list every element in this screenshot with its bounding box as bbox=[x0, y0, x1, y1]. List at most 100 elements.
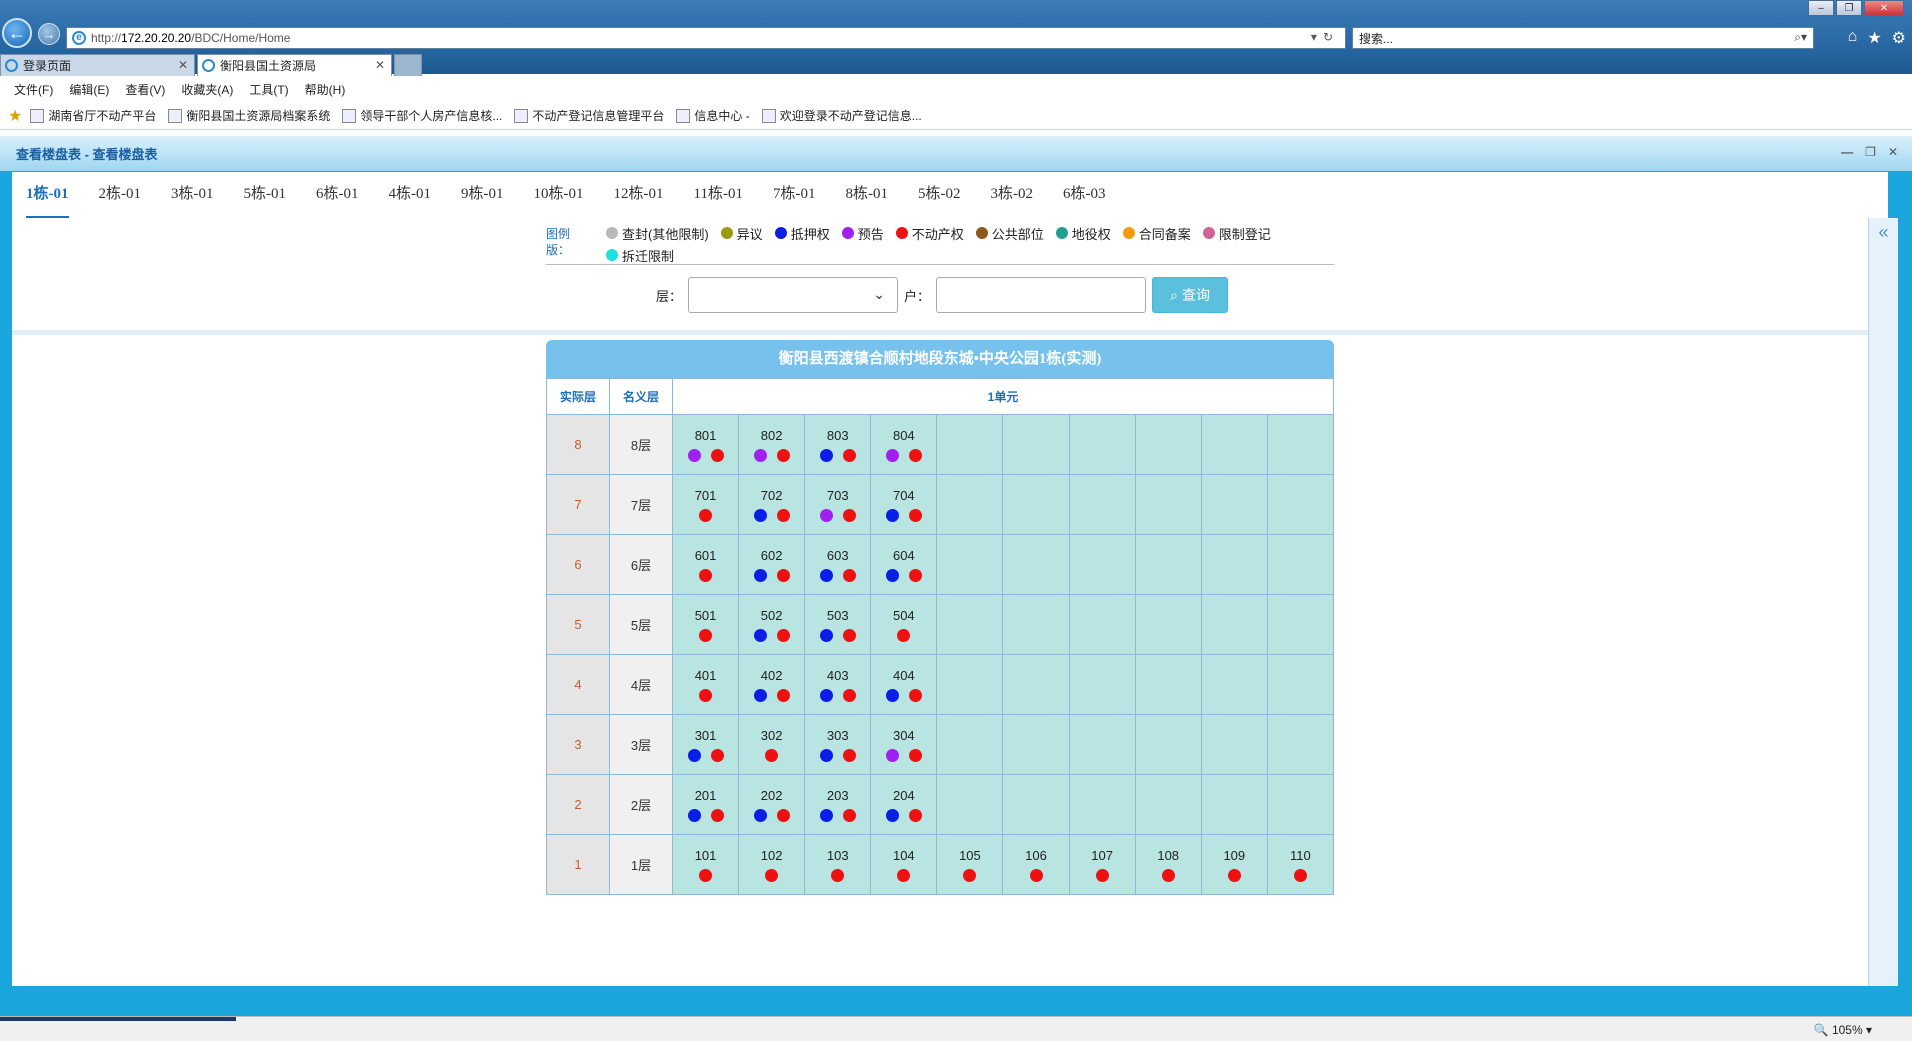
restore-icon[interactable]: ❐ bbox=[1836, 0, 1862, 16]
room-cell[interactable]: 801 bbox=[671, 414, 740, 475]
room-status-dots bbox=[739, 748, 804, 762]
room-cell[interactable]: 101 bbox=[671, 834, 740, 895]
room-cell[interactable]: 701 bbox=[671, 474, 740, 535]
room-cell[interactable]: 803 bbox=[804, 414, 872, 475]
building-tab[interactable]: 7栋-01 bbox=[773, 184, 816, 218]
room-cell[interactable]: 404 bbox=[870, 654, 938, 715]
room-cell[interactable]: 604 bbox=[870, 534, 938, 595]
menu-view[interactable]: 查看(V) bbox=[125, 81, 165, 98]
close-tab-icon[interactable]: ✕ bbox=[375, 58, 385, 72]
menu-tools[interactable]: 工具(T) bbox=[249, 81, 288, 98]
room-cell[interactable]: 402 bbox=[738, 654, 806, 715]
building-tab[interactable]: 10栋-01 bbox=[534, 184, 584, 218]
empty-room-cell bbox=[1266, 594, 1335, 655]
menu-file[interactable]: 文件(F) bbox=[14, 81, 53, 98]
room-cell[interactable]: 303 bbox=[804, 714, 872, 775]
favorites-star-icon[interactable]: ★ bbox=[1867, 28, 1881, 48]
favorite-link[interactable]: 欢迎登录不动产登记信息... bbox=[761, 107, 922, 124]
room-cell[interactable]: 104 bbox=[870, 834, 938, 895]
dialog-maximize-icon[interactable]: ❐ bbox=[1865, 145, 1876, 159]
room-cell[interactable]: 102 bbox=[738, 834, 806, 895]
favorite-link[interactable]: 湖南省厅不动产平台 bbox=[30, 107, 156, 124]
double-chevron-left-icon[interactable]: « bbox=[1878, 222, 1888, 242]
tab-land-bureau[interactable]: 衡阳县国土资源局 ✕ bbox=[197, 54, 392, 76]
room-cell[interactable]: 304 bbox=[870, 714, 938, 775]
room-cell[interactable]: 203 bbox=[804, 774, 872, 835]
home-icon[interactable]: ⌂ bbox=[1848, 28, 1858, 48]
room-cell[interactable]: 501 bbox=[671, 594, 740, 655]
search-box[interactable]: 搜索... ⌕▾ bbox=[1352, 27, 1814, 49]
room-cell[interactable]: 603 bbox=[804, 534, 872, 595]
building-tab[interactable]: 2栋-01 bbox=[99, 184, 142, 218]
refresh-icon[interactable]: ▾↻ bbox=[1311, 30, 1339, 44]
address-bar[interactable]: e http://172.20.20.20/BDC/Home/Home ▾↻ bbox=[66, 27, 1346, 49]
minimize-icon[interactable]: – bbox=[1808, 0, 1834, 16]
room-cell[interactable]: 109 bbox=[1200, 834, 1268, 895]
favorite-link[interactable]: 领导干部个人房产信息核... bbox=[342, 107, 502, 124]
address-prefix: http:// bbox=[91, 31, 122, 45]
room-cell[interactable]: 302 bbox=[738, 714, 806, 775]
room-cell[interactable]: 703 bbox=[804, 474, 872, 535]
room-cell[interactable]: 702 bbox=[738, 474, 806, 535]
favorites-bar-star-icon[interactable]: ★ bbox=[8, 106, 22, 126]
building-tab[interactable]: 5栋-02 bbox=[918, 184, 961, 218]
building-tab[interactable]: 3栋-01 bbox=[171, 184, 214, 218]
horizontal-scrollbar[interactable] bbox=[0, 1017, 236, 1021]
room-cell[interactable]: 403 bbox=[804, 654, 872, 715]
building-tab[interactable]: 8栋-01 bbox=[845, 184, 888, 218]
legend-item: 不动产权 bbox=[895, 222, 964, 244]
room-cell[interactable]: 601 bbox=[671, 534, 740, 595]
floor-select[interactable]: ⌄ bbox=[688, 277, 899, 313]
collapse-sidebar[interactable]: « bbox=[1868, 218, 1898, 986]
favorite-link[interactable]: 信息中心 - bbox=[676, 107, 750, 124]
new-tab-button[interactable] bbox=[394, 54, 422, 76]
room-cell[interactable]: 103 bbox=[804, 834, 872, 895]
building-tab[interactable]: 11栋-01 bbox=[694, 184, 743, 218]
room-cell[interactable]: 202 bbox=[738, 774, 806, 835]
room-cell[interactable]: 704 bbox=[870, 474, 938, 535]
menu-favorites[interactable]: 收藏夹(A) bbox=[181, 81, 233, 98]
room-cell[interactable]: 106 bbox=[1002, 834, 1070, 895]
room-cell[interactable]: 602 bbox=[738, 534, 806, 595]
room-cell[interactable]: 108 bbox=[1134, 834, 1202, 895]
room-cell[interactable]: 201 bbox=[671, 774, 740, 835]
room-cell[interactable]: 105 bbox=[936, 834, 1004, 895]
back-button[interactable]: ← bbox=[2, 18, 32, 48]
building-tab[interactable]: 5栋-01 bbox=[244, 184, 287, 218]
menu-help[interactable]: 帮助(H) bbox=[305, 81, 346, 98]
room-cell[interactable]: 301 bbox=[671, 714, 740, 775]
building-tab[interactable]: 3栋-02 bbox=[990, 184, 1033, 218]
room-cell[interactable]: 107 bbox=[1068, 834, 1136, 895]
dialog-minimize-icon[interactable]: — bbox=[1841, 145, 1853, 159]
tab-login[interactable]: 登录页面 ✕ bbox=[0, 54, 195, 76]
room-cell[interactable]: 401 bbox=[671, 654, 740, 715]
legend-dot-icon bbox=[606, 249, 618, 261]
favorite-link[interactable]: 衡阳县国土资源局档案系统 bbox=[168, 107, 330, 124]
dialog-close-icon[interactable]: ✕ bbox=[1888, 145, 1898, 159]
favorite-link[interactable]: 不动产登记信息管理平台 bbox=[514, 107, 664, 124]
room-cell[interactable]: 504 bbox=[870, 594, 938, 655]
building-tab[interactable]: 12栋-01 bbox=[614, 184, 664, 218]
zoom-level[interactable]: 🔍 105% ▾ bbox=[1814, 1023, 1872, 1037]
room-cell[interactable]: 804 bbox=[870, 414, 938, 475]
building-tab[interactable]: 1栋-01 bbox=[26, 184, 69, 218]
forward-button[interactable]: → bbox=[38, 23, 60, 45]
close-tab-icon[interactable]: ✕ bbox=[178, 58, 188, 72]
query-button[interactable]: ⌕ 查询 bbox=[1152, 277, 1229, 313]
room-cell[interactable]: 502 bbox=[738, 594, 806, 655]
search-icon[interactable]: ⌕▾ bbox=[1794, 30, 1807, 45]
close-window-icon[interactable]: ✕ bbox=[1864, 0, 1904, 16]
building-tab[interactable]: 4栋-01 bbox=[389, 184, 432, 218]
building-tab[interactable]: 9栋-01 bbox=[461, 184, 504, 218]
room-cell[interactable]: 110 bbox=[1266, 834, 1335, 895]
gear-icon[interactable]: ⚙ bbox=[1892, 28, 1906, 48]
empty-room-cell bbox=[1266, 474, 1335, 535]
room-cell[interactable]: 503 bbox=[804, 594, 872, 655]
room-cell[interactable]: 204 bbox=[870, 774, 938, 835]
room-cell[interactable]: 802 bbox=[738, 414, 806, 475]
room-number: 107 bbox=[1091, 847, 1113, 863]
unit-input[interactable] bbox=[936, 277, 1147, 313]
building-tab[interactable]: 6栋-01 bbox=[316, 184, 359, 218]
menu-edit[interactable]: 编辑(E) bbox=[69, 81, 109, 98]
building-tab[interactable]: 6栋-03 bbox=[1063, 184, 1106, 218]
